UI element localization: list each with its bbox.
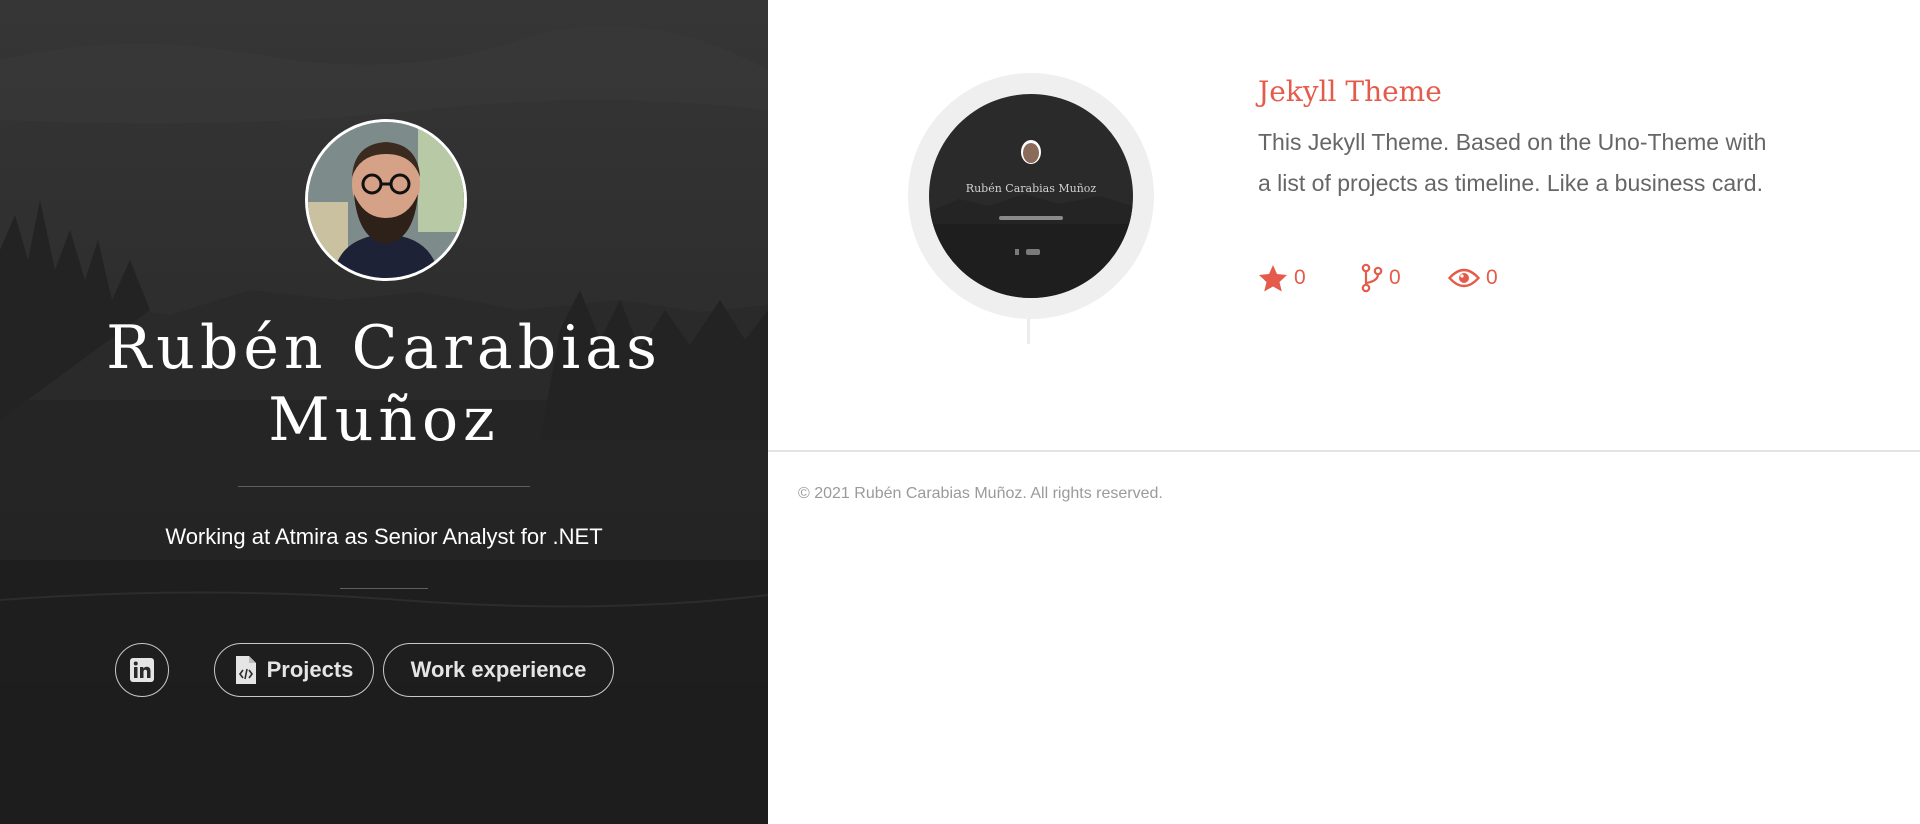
thumbnail-screenshot: Rubén Carabias Muñoz <box>929 94 1133 298</box>
cover-content: Rubén Carabias Muñoz Working at Atmira a… <box>0 0 768 824</box>
forks-stat[interactable]: 0 <box>1361 258 1401 298</box>
profile-subtitle: Working at Atmira as Senior Analyst for … <box>165 524 603 549</box>
star-icon <box>1259 265 1287 292</box>
code-file-icon <box>235 656 256 684</box>
linkedin-button[interactable] <box>115 643 169 697</box>
avatar-photo <box>308 122 464 278</box>
project-thumbnail-image: Rubén Carabias Muñoz <box>929 94 1133 298</box>
watchers-count: 0 <box>1486 266 1498 289</box>
project-title[interactable]: Jekyll Theme <box>1258 71 1442 113</box>
projects-button-label: Projects <box>266 657 354 682</box>
project-thumbnail[interactable]: Rubén Carabias Muñoz <box>908 73 1154 319</box>
main-panel: Rubén Carabias Muñoz Jekyll Theme This J… <box>768 0 1920 824</box>
stars-count: 0 <box>1294 266 1306 289</box>
stars-stat[interactable]: 0 <box>1258 258 1306 298</box>
eye-icon <box>1448 268 1480 288</box>
projects-button[interactable]: Projects <box>214 643 374 697</box>
cover-divider-short <box>340 588 428 589</box>
project-description: This Jekyll Theme. Based on the Uno-Them… <box>1258 129 1767 196</box>
cover-panel: Rubén Carabias Muñoz Working at Atmira a… <box>0 0 768 824</box>
footer-copyright: © 2021 Rubén Carabias Muñoz. All rights … <box>798 485 1163 502</box>
linkedin-icon <box>130 658 154 682</box>
forks-count: 0 <box>1389 266 1401 289</box>
cover-divider <box>238 486 530 487</box>
profile-name: Rubén Carabias Muñoz <box>106 313 662 455</box>
thumbnail-name: Rubén Carabias Muñoz <box>966 182 1097 195</box>
watchers-stat[interactable]: 0 <box>1448 258 1498 298</box>
work-experience-button-label: Work experience <box>410 657 587 682</box>
work-experience-button[interactable]: Work experience <box>383 643 614 697</box>
profile-avatar <box>305 119 467 281</box>
fork-icon <box>1361 263 1383 293</box>
footer-divider <box>768 450 1920 452</box>
